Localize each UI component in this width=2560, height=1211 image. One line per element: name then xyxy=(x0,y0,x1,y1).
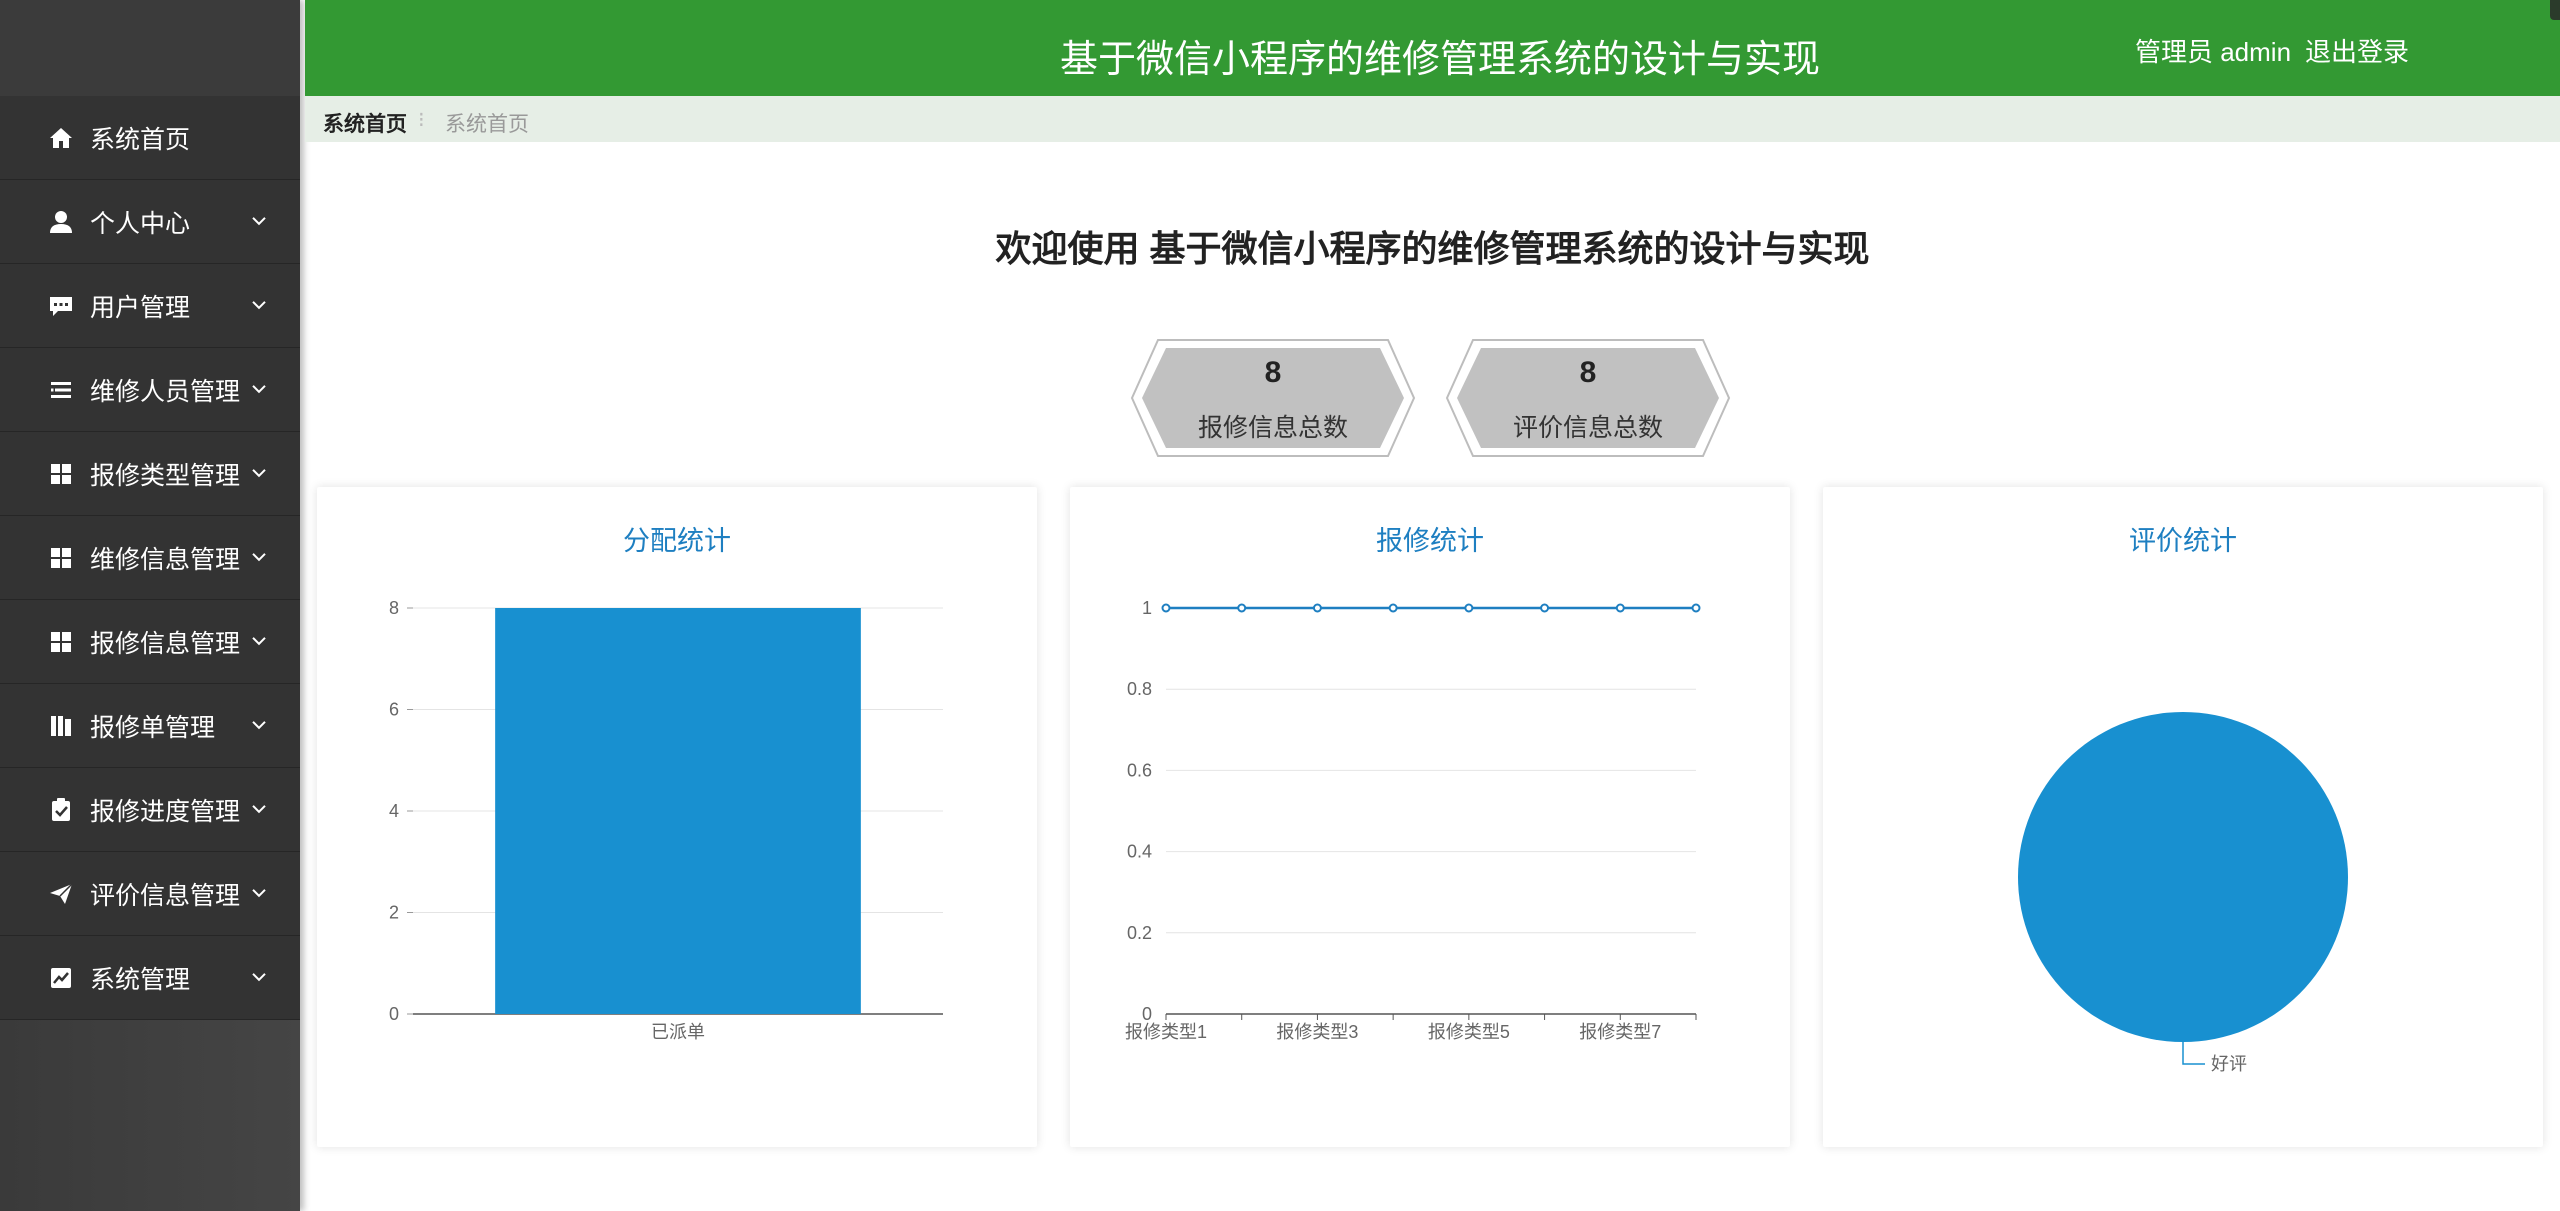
stat-repair-total: 8 报修信息总数 xyxy=(1130,338,1416,458)
sidebar-logo-area xyxy=(0,0,300,96)
chart-title: 报修统计 xyxy=(1376,526,1484,556)
sidebar: 系统首页个人中心用户管理维修人员管理 报修类型管理 维修信息管理 报修信息管理 报修单管… xyxy=(0,0,300,1211)
pie-chart: 好评 xyxy=(2018,712,2348,1074)
sidebar-item-5[interactable]: 维修信息管理 xyxy=(0,516,300,600)
user-icon xyxy=(50,210,72,233)
data-point xyxy=(1161,603,1171,613)
grid-icon xyxy=(51,463,71,484)
y-tick-label: 8 xyxy=(389,598,399,618)
y-tick-label: 0.8 xyxy=(1127,679,1152,699)
x-tick-label: 已派单 xyxy=(651,1022,705,1042)
chat-icon xyxy=(50,296,72,316)
sidebar-item-label: 评价信息管理 xyxy=(90,881,241,910)
sidebar-item-label: 报修单管理 xyxy=(90,713,216,742)
top-header: 基于微信小程序的维修管理系统的设计与实现 管理员 admin 退出登录 xyxy=(305,0,2560,97)
chevron-down-icon[interactable] xyxy=(250,550,268,562)
y-tick-label: 6 xyxy=(389,700,399,720)
x-tick-label: 报修类型7 xyxy=(1579,1022,1661,1042)
data-point xyxy=(1691,603,1701,613)
sidebar-item-label: 报修进度管理 xyxy=(90,797,241,826)
y-tick-label: 4 xyxy=(389,801,399,821)
data-point xyxy=(1237,603,1247,613)
breadcrumb-separator: ⁝ xyxy=(418,109,425,132)
sidebar-item-2[interactable]: 用户管理 xyxy=(0,264,300,348)
logout-button[interactable]: 退出登录 xyxy=(2305,32,2409,69)
sidebar-item-label: 报修类型管理 xyxy=(90,461,241,490)
chevron-down-icon[interactable] xyxy=(250,970,268,982)
stat-value: 8 xyxy=(1579,356,1597,389)
list-icon xyxy=(51,381,71,398)
sidebar-item-10[interactable]: 系统管理 xyxy=(0,936,300,1020)
sidebar-item-7[interactable]: 报修单管理 xyxy=(0,684,300,768)
bar-chart: 0 2 4 6 8 已派单 xyxy=(389,598,943,1042)
y-tick-label: 0.4 xyxy=(1127,842,1152,862)
sidebar-item-label: 系统首页 xyxy=(90,125,191,154)
clipboard-icon xyxy=(52,797,70,821)
sidebar-item-1[interactable]: 个人中心 xyxy=(0,180,300,264)
stat-value: 8 xyxy=(1264,356,1282,389)
chevron-down-icon[interactable] xyxy=(250,466,268,478)
data-point xyxy=(1615,603,1625,613)
grid-icon xyxy=(51,631,71,652)
data-point xyxy=(1464,603,1474,613)
sidebar-menu: 系统首页个人中心用户管理维修人员管理 报修类型管理 维修信息管理 报修信息管理 报修单管… xyxy=(0,96,300,1020)
chart-card-reviews: 好评 评价统计 xyxy=(1823,487,2543,1147)
pie-label-line xyxy=(2182,1042,2205,1065)
grid-icon xyxy=(51,547,71,568)
chart-title: 评价统计 xyxy=(2129,526,2237,556)
breadcrumb-home[interactable]: 系统首页 xyxy=(323,108,407,138)
chevron-down-icon[interactable] xyxy=(250,298,268,310)
current-user: 管理员 admin xyxy=(2135,37,2292,67)
chart-card-assignment: 0 2 4 6 8 已派单 分配统计 xyxy=(317,487,1037,1147)
sidebar-item-0[interactable]: 系统首页 xyxy=(0,96,300,180)
chart-icon xyxy=(51,967,71,988)
stat-label: 评价信息总数 xyxy=(1512,414,1663,442)
sidebar-item-label: 维修人员管理 xyxy=(90,377,241,406)
send-icon xyxy=(50,882,73,904)
home-icon xyxy=(50,127,72,148)
chevron-down-icon[interactable] xyxy=(250,382,268,394)
x-tick-label: 报修类型1 xyxy=(1125,1022,1207,1042)
y-tick-label: 1 xyxy=(1142,598,1152,618)
chart-title: 分配统计 xyxy=(623,526,731,556)
y-tick-label: 0 xyxy=(389,1004,399,1024)
data-point xyxy=(1388,603,1398,613)
stat-review-total: 8 评价信息总数 xyxy=(1445,338,1731,458)
sidebar-item-label: 维修信息管理 xyxy=(90,545,241,574)
line-chart: 0 0.2 0.4 0.6 0.8 1 报修类型1 报修类型3 报修类型5 报修类型7 xyxy=(1125,598,1701,1042)
sidebar-item-label: 系统管理 xyxy=(90,965,191,994)
sidebar-item-label: 报修信息管理 xyxy=(90,629,241,658)
sidebar-item-label: 个人中心 xyxy=(90,209,191,238)
sidebar-item-9[interactable]: 评价信息管理 xyxy=(0,852,300,936)
sidebar-item-3[interactable]: 维修人员管理 xyxy=(0,348,300,432)
chart-card-repairs: 0 0.2 0.4 0.6 0.8 1 报修类型1 报修类型3 报修类型5 报修类型7 报修统计 xyxy=(1070,487,1790,1147)
sidebar-item-4[interactable]: 报修类型管理 xyxy=(0,432,300,516)
breadcrumb-current: 系统首页 xyxy=(445,113,529,136)
chevron-down-icon[interactable] xyxy=(250,214,268,226)
sidebar-item-label: 用户管理 xyxy=(90,293,191,322)
pie-label: 好评 xyxy=(2211,1054,2247,1074)
stat-label: 报修信息总数 xyxy=(1197,414,1348,442)
corner-tab xyxy=(2550,0,2560,20)
data-point xyxy=(1540,603,1550,613)
x-tick-label: 报修类型3 xyxy=(1276,1022,1358,1042)
sidebar-item-8[interactable]: 报修进度管理 xyxy=(0,768,300,852)
y-tick-label: 0.6 xyxy=(1127,760,1152,780)
chevron-down-icon[interactable] xyxy=(250,802,268,814)
welcome-heading: 欢迎使用 基于微信小程序的维修管理系统的设计与实现 xyxy=(995,228,1870,269)
breadcrumb: 系统首页 ⁝ 系统首页 xyxy=(305,96,2560,142)
sidebar-item-6[interactable]: 报修信息管理 xyxy=(0,600,300,684)
bar xyxy=(495,608,861,1014)
x-tick-label: 报修类型5 xyxy=(1428,1022,1510,1042)
chevron-down-icon[interactable] xyxy=(250,886,268,898)
data-point xyxy=(1312,603,1322,613)
chevron-down-icon[interactable] xyxy=(250,718,268,730)
pie-slice xyxy=(2018,712,2348,1042)
y-tick-label: 0 xyxy=(1142,1004,1152,1024)
book-icon xyxy=(51,715,71,736)
y-tick-label: 0.2 xyxy=(1127,923,1152,943)
y-tick-label: 2 xyxy=(389,903,399,923)
chevron-down-icon[interactable] xyxy=(250,634,268,646)
